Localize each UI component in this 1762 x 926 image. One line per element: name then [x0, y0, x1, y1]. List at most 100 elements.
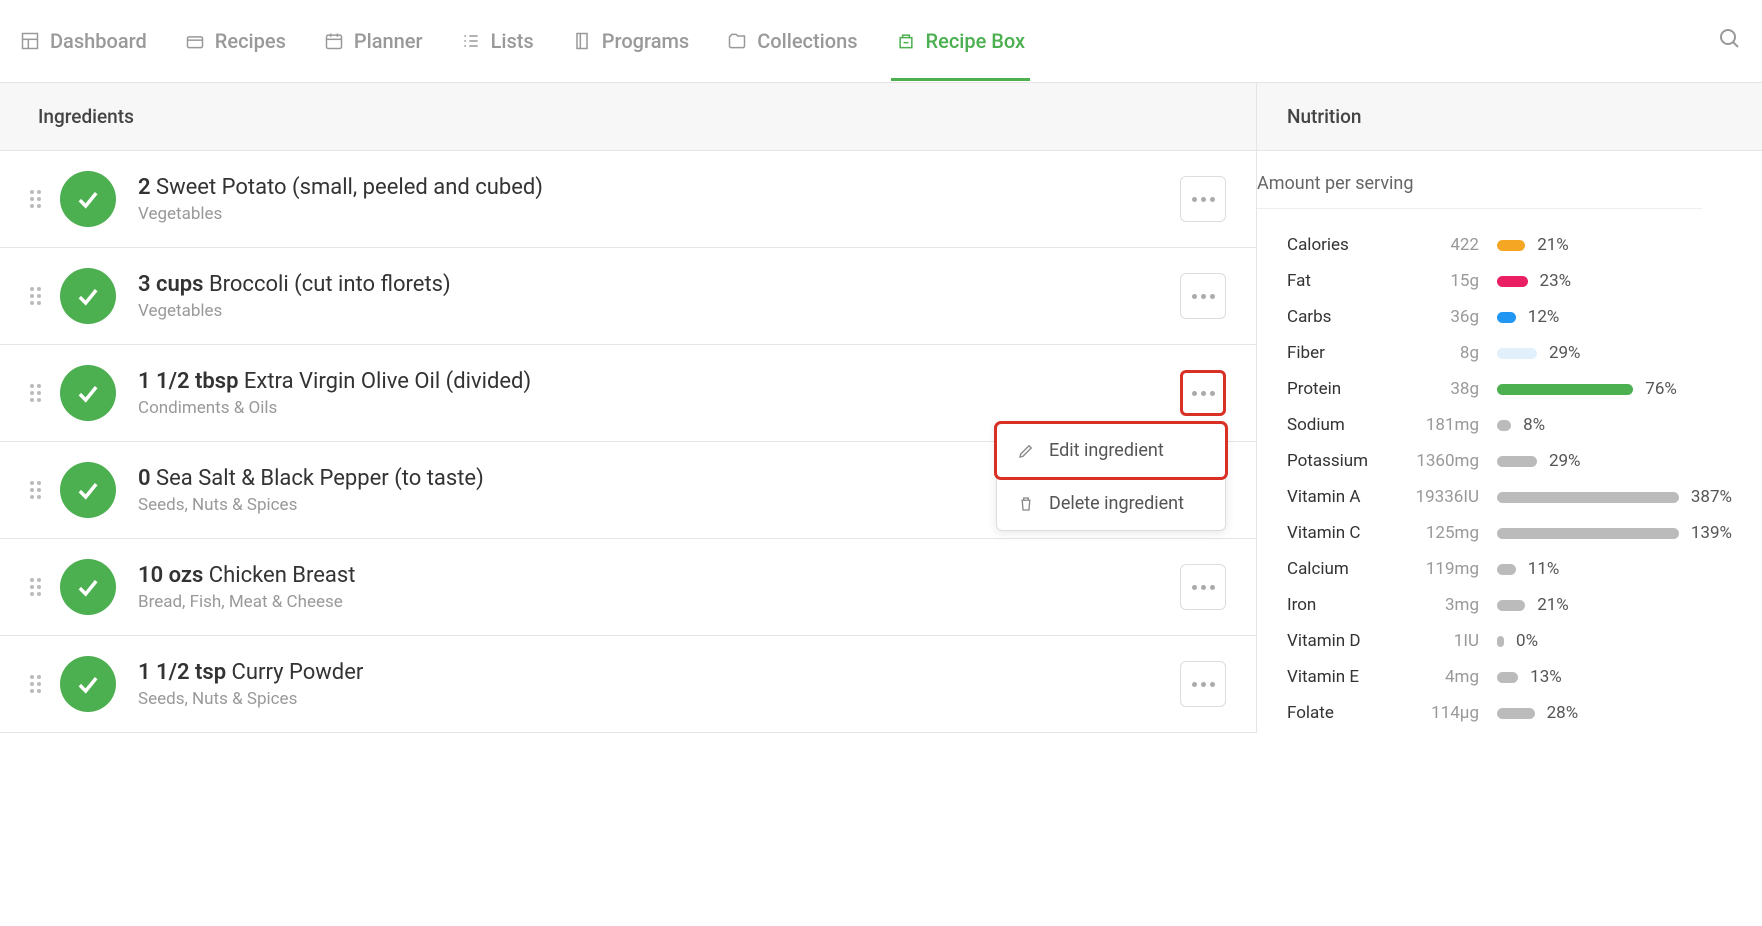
- delete-ingredient-button[interactable]: Delete ingredient: [997, 477, 1225, 530]
- nutrient-label: Protein: [1287, 379, 1392, 399]
- nav-recipes[interactable]: Recipes: [185, 1, 286, 81]
- nav-lists[interactable]: Lists: [461, 1, 534, 81]
- nutrient-bar: [1497, 636, 1504, 647]
- nutrition-row: Iron3mg21%: [1287, 587, 1732, 623]
- menu-edit-label: Edit ingredient: [1049, 440, 1164, 461]
- nutrition-row: Folate114µg28%: [1287, 695, 1732, 731]
- nutrient-bar-wrap: 11%: [1497, 559, 1732, 579]
- drag-handle-icon[interactable]: [30, 287, 44, 305]
- nutrient-bar-wrap: 21%: [1497, 595, 1732, 615]
- ingredient-category: Bread, Fish, Meat & Cheese: [138, 592, 1180, 612]
- nav-label: Recipes: [215, 29, 286, 53]
- nutrient-percent: 29%: [1549, 343, 1581, 363]
- nutrition-row: Sodium181mg8%: [1287, 407, 1732, 443]
- nav-icon: [727, 31, 747, 51]
- nav-dashboard[interactable]: Dashboard: [20, 1, 147, 81]
- drag-handle-icon[interactable]: [30, 190, 44, 208]
- nutrient-bar: [1497, 672, 1518, 683]
- nutrient-bar-wrap: 8%: [1497, 415, 1732, 435]
- nutrient-label: Vitamin E: [1287, 667, 1392, 687]
- check-icon[interactable]: [60, 656, 116, 712]
- more-button[interactable]: [1180, 176, 1226, 222]
- ingredient-row: 3 cups Broccoli (cut into florets) Vegeta…: [0, 248, 1256, 345]
- nutrient-value: 4mg: [1392, 667, 1497, 687]
- nutrient-label: Vitamin D: [1287, 631, 1392, 651]
- nav-icon: [20, 31, 40, 51]
- nutrient-bar-wrap: 76%: [1497, 379, 1732, 399]
- nutrient-value: 119mg: [1392, 559, 1497, 579]
- nutrition-title: Nutrition: [1257, 83, 1762, 151]
- nutrient-bar: [1497, 492, 1679, 503]
- nutrient-label: Sodium: [1287, 415, 1392, 435]
- nutrient-bar-wrap: 21%: [1497, 235, 1732, 255]
- ingredient-title: 3 cups Broccoli (cut into florets): [138, 272, 1180, 297]
- drag-handle-icon[interactable]: [30, 578, 44, 596]
- nutrient-bar: [1497, 564, 1516, 575]
- menu-delete-label: Delete ingredient: [1049, 493, 1184, 514]
- check-icon[interactable]: [60, 171, 116, 227]
- more-button[interactable]: [1180, 370, 1226, 416]
- ingredient-row: 10 ozs Chicken Breast Bread, Fish, Meat &…: [0, 539, 1256, 636]
- nutrient-percent: 8%: [1523, 415, 1545, 435]
- nav-label: Recipe Box: [926, 29, 1026, 53]
- ingredient-title: 10 ozs Chicken Breast: [138, 563, 1180, 588]
- drag-handle-icon[interactable]: [30, 675, 44, 693]
- nutrient-value: 15g: [1392, 271, 1497, 291]
- check-icon[interactable]: [60, 462, 116, 518]
- nav-label: Planner: [354, 29, 423, 53]
- nutrient-bar-wrap: 0%: [1497, 631, 1732, 651]
- nav-planner[interactable]: Planner: [324, 1, 423, 81]
- nutrient-bar: [1497, 528, 1679, 539]
- top-nav: Dashboard Recipes Planner Lists Programs Coll…: [0, 0, 1762, 83]
- nutrient-percent: 11%: [1528, 559, 1560, 579]
- nav-icon: [185, 31, 205, 51]
- nutrient-label: Calories: [1287, 235, 1392, 255]
- nutrient-percent: 23%: [1540, 271, 1572, 291]
- nutrition-row: Fiber8g29%: [1287, 335, 1732, 371]
- nutrient-percent: 12%: [1528, 307, 1560, 327]
- check-icon[interactable]: [60, 559, 116, 615]
- ingredient-text: 1 1/2 tbsp Extra Virgin Olive Oil (divid…: [138, 369, 1180, 418]
- nutrient-percent: 76%: [1645, 379, 1677, 399]
- nav-label: Dashboard: [50, 29, 147, 53]
- drag-handle-icon[interactable]: [30, 384, 44, 402]
- check-icon[interactable]: [60, 365, 116, 421]
- nav-label: Programs: [602, 29, 689, 53]
- nutrient-bar: [1497, 420, 1511, 431]
- nav-recipe-box[interactable]: Recipe Box: [896, 1, 1026, 81]
- nutrient-value: 125mg: [1392, 523, 1497, 543]
- edit-ingredient-button[interactable]: Edit ingredient: [997, 424, 1225, 477]
- nutrition-row: Vitamin E4mg13%: [1287, 659, 1732, 695]
- nutrient-percent: 139%: [1691, 523, 1732, 543]
- more-button[interactable]: [1180, 661, 1226, 707]
- nav-programs[interactable]: Programs: [572, 1, 689, 81]
- nutrient-percent: 21%: [1537, 235, 1569, 255]
- nav-collections[interactable]: Collections: [727, 1, 857, 81]
- ingredient-category: Vegetables: [138, 301, 1180, 321]
- more-button[interactable]: [1180, 564, 1226, 610]
- nutrient-bar-wrap: 12%: [1497, 307, 1732, 327]
- nutrient-bar-wrap: 13%: [1497, 667, 1732, 687]
- nutrition-row: Calcium119mg 11%: [1287, 551, 1732, 587]
- ingredient-category: Condiments & Oils: [138, 398, 1180, 418]
- search-button[interactable]: [1718, 27, 1742, 55]
- ingredient-text: 3 cups Broccoli (cut into florets) Vegeta…: [138, 272, 1180, 321]
- ingredient-row: 1 1/2 tsp Curry PowderSeeds, Nuts & Spic…: [0, 636, 1256, 733]
- nutrient-bar: [1497, 240, 1525, 251]
- nutrient-bar-wrap: 139%: [1497, 523, 1732, 543]
- nutrient-label: Calcium: [1287, 559, 1392, 579]
- drag-handle-icon[interactable]: [30, 481, 44, 499]
- check-icon[interactable]: [60, 268, 116, 324]
- nutrient-value: 38g: [1392, 379, 1497, 399]
- ingredient-text: 1 1/2 tsp Curry PowderSeeds, Nuts & Spic…: [138, 660, 1180, 709]
- nav-icon: [324, 31, 344, 51]
- nutrition-subtitle: Amount per serving: [1257, 151, 1702, 209]
- ingredient-menu: Edit ingredient Delete ingredient: [996, 423, 1226, 531]
- nutrition-row: Calories42221%: [1287, 227, 1732, 263]
- nutrient-value: 3mg: [1392, 595, 1497, 615]
- nutrient-bar-wrap: 29%: [1497, 451, 1732, 471]
- nutrient-label: Vitamin C: [1287, 523, 1392, 543]
- nutrient-bar-wrap: 29%: [1497, 343, 1732, 363]
- more-button[interactable]: [1180, 273, 1226, 319]
- nutrition-row: Carbs36g12%: [1287, 299, 1732, 335]
